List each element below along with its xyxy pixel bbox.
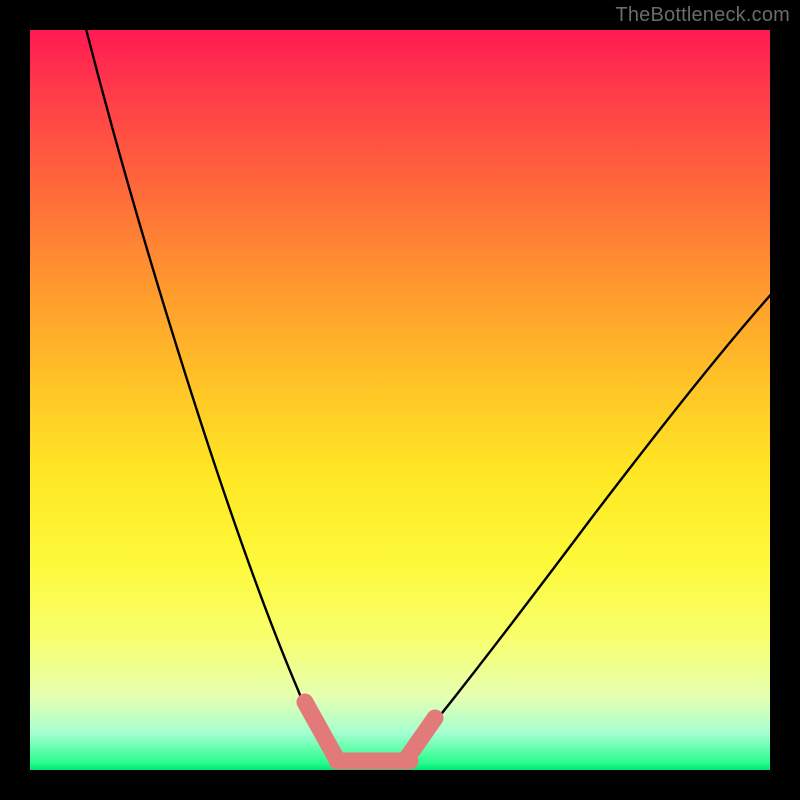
chart-frame: TheBottleneck.com xyxy=(0,0,800,800)
curve-left xyxy=(85,30,330,754)
marker-right xyxy=(407,718,435,758)
curve-layer xyxy=(30,30,770,770)
plot-area xyxy=(30,30,770,770)
watermark-text: TheBottleneck.com xyxy=(615,4,790,27)
curve-right xyxy=(408,290,770,754)
marker-left xyxy=(305,702,335,756)
